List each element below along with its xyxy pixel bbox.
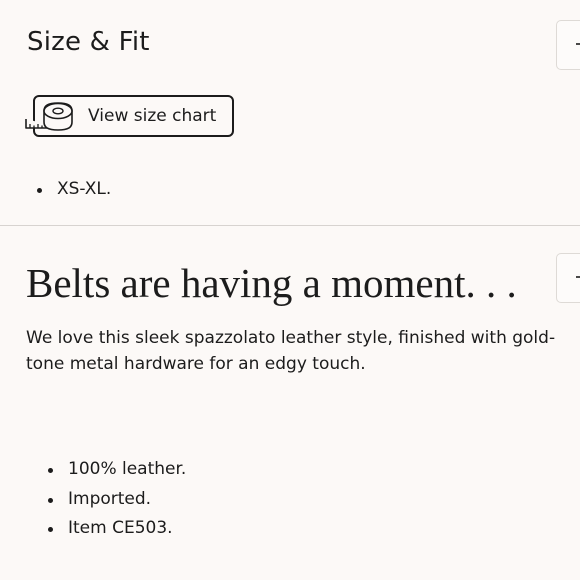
description-body: We love this sleek spazzolato leather st… [26, 328, 556, 374]
list-item-text: 100% leather. [68, 459, 187, 479]
size-fit-section: Size & Fit View size chart XS-XL. [0, 0, 580, 226]
list-item: XS-XL. [37, 175, 111, 205]
view-size-chart-label: View size chart [88, 106, 217, 126]
list-item-text: XS-XL. [57, 179, 112, 199]
size-fit-title: Size & Fit [27, 27, 150, 57]
section-divider [0, 225, 580, 226]
bullet-dot [48, 468, 53, 473]
plus-icon [576, 276, 580, 278]
feature-list: 100% leather. Imported. Item CE503. [48, 455, 186, 544]
size-list: XS-XL. [37, 175, 111, 205]
list-item: Item CE503. [48, 514, 186, 544]
measuring-tape-icon [25, 102, 73, 131]
bullet-dot [48, 497, 53, 503]
list-item: Imported. [48, 485, 186, 515]
bullet-dot [37, 188, 42, 193]
plus-icon [576, 43, 580, 45]
list-item: 100% leather. [48, 455, 186, 485]
description-headline: Belts are having a moment. . . [26, 260, 517, 306]
list-item-text: Imported. [68, 488, 152, 509]
description-section: Belts are having a moment. . . We love t… [0, 227, 580, 580]
description-toggle-button[interactable] [556, 253, 580, 303]
list-item-text: Item CE503. [68, 518, 173, 538]
size-fit-toggle-button[interactable] [556, 20, 580, 70]
bullet-dot [48, 527, 53, 532]
